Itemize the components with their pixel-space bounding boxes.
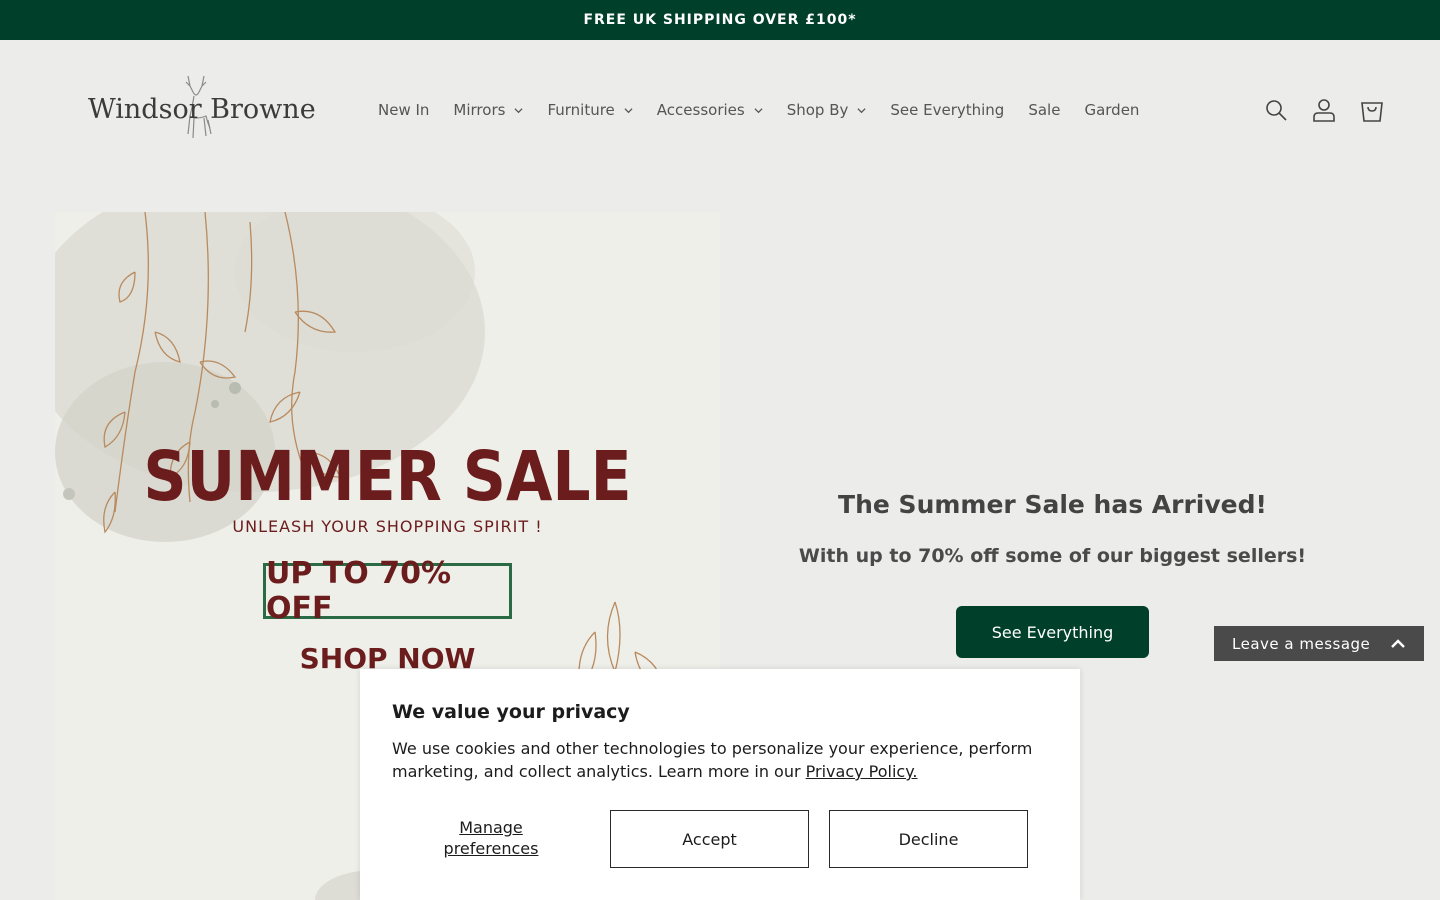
nav-item-label: Garden: [1084, 101, 1140, 119]
account-icon: [1313, 99, 1335, 122]
accept-button[interactable]: Accept: [610, 810, 809, 868]
nav-item-furniture[interactable]: Furniture: [535, 92, 644, 128]
discount-box: UP TO 70% OFF: [263, 556, 512, 626]
chevron-down-icon: [754, 107, 763, 113]
nav-item-label: New In: [378, 101, 430, 119]
chevron-down-icon: [857, 107, 866, 113]
nav-item-label: Shop By: [786, 101, 849, 119]
decline-button[interactable]: Decline: [829, 810, 1028, 868]
main-nav: New In Mirrors Furniture Accessories Sho…: [366, 92, 1151, 128]
nav-item-label: Accessories: [656, 101, 745, 119]
announcement-text: FREE UK SHIPPING OVER £100*: [583, 12, 857, 28]
search-button[interactable]: [1252, 90, 1300, 130]
nav-item-label: See Everything: [890, 101, 1005, 119]
chat-widget[interactable]: Leave a message: [1214, 626, 1424, 661]
nav-item-sale[interactable]: Sale: [1016, 92, 1072, 128]
account-button[interactable]: [1300, 90, 1348, 130]
sale-title: SUMMER SALE: [143, 436, 632, 518]
logo[interactable]: Windsor Browne: [88, 72, 316, 148]
manage-preferences-link[interactable]: Manage preferences: [420, 817, 562, 859]
sale-subtitle: UNLEASH YOUR SHOPPING SPIRIT !: [232, 517, 543, 536]
privacy-policy-link[interactable]: Privacy Policy.: [806, 762, 918, 781]
hero-copy: The Summer Sale has Arrived! With up to …: [780, 490, 1325, 567]
nav-item-garden[interactable]: Garden: [1072, 92, 1151, 128]
cookie-text: We use cookies and other technologies to…: [392, 737, 1048, 783]
nav-item-shop-by[interactable]: Shop By: [775, 92, 879, 128]
chevron-up-icon: [1391, 638, 1405, 648]
cart-button[interactable]: [1348, 90, 1396, 130]
nav-item-see-everything[interactable]: See Everything: [878, 92, 1016, 128]
hero-subheading: With up to 70% off some of our biggest s…: [798, 545, 1307, 567]
hero-heading: The Summer Sale has Arrived!: [838, 490, 1267, 519]
header-icons: [1252, 90, 1396, 130]
nav-item-label: Mirrors: [453, 101, 506, 119]
discount-text: UP TO 70% OFF: [266, 556, 452, 626]
logo-text: Windsor Browne: [88, 94, 316, 125]
announcement-bar: FREE UK SHIPPING OVER £100*: [0, 0, 1440, 40]
nav-item-mirrors[interactable]: Mirrors: [441, 92, 535, 128]
nav-item-label: Sale: [1028, 101, 1061, 119]
chevron-down-icon: [624, 107, 633, 113]
nav-item-label: Furniture: [547, 101, 615, 119]
chevron-down-icon: [514, 107, 523, 113]
search-icon: [1266, 100, 1287, 121]
cookie-title: We value your privacy: [392, 701, 630, 723]
see-everything-button[interactable]: See Everything: [956, 606, 1149, 658]
nav-item-accessories[interactable]: Accessories: [645, 92, 775, 128]
site-header: Windsor Browne New In Mirrors Furniture …: [0, 40, 1440, 180]
nav-item-new-in[interactable]: New In: [366, 92, 441, 128]
cart-icon: [1361, 102, 1383, 122]
cookie-text-body: We use cookies and other technologies to…: [392, 739, 1033, 781]
chat-label: Leave a message: [1232, 634, 1371, 653]
